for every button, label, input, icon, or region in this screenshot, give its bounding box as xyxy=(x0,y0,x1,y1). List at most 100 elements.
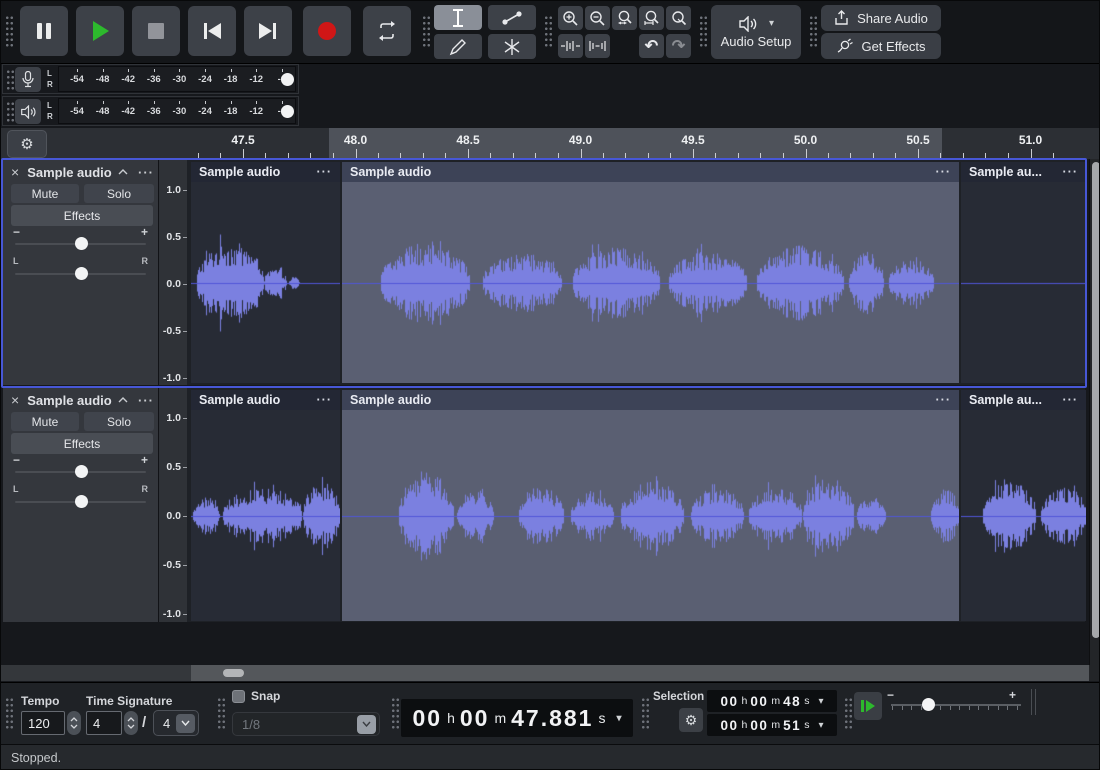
collapse-track-icon[interactable] xyxy=(118,169,128,175)
clip-menu-icon[interactable]: ··· xyxy=(317,393,333,407)
toolbar-grip[interactable] xyxy=(5,697,14,731)
toolbar-grip[interactable] xyxy=(544,15,553,49)
toolbar-grip[interactable] xyxy=(5,15,14,49)
toolbar-grip[interactable] xyxy=(809,15,818,49)
clip-header[interactable]: Sample au...··· xyxy=(961,390,1086,410)
toolbar-grip[interactable] xyxy=(422,15,431,49)
audio-setup-button[interactable]: ▾ Audio Setup xyxy=(711,5,801,59)
multi-tool-button[interactable] xyxy=(488,34,536,59)
zoom-toggle-button[interactable] xyxy=(666,6,691,30)
audio-clip[interactable]: Sample audio··· xyxy=(342,390,959,621)
mute-button[interactable]: Mute xyxy=(11,412,79,431)
recording-level-knob[interactable] xyxy=(281,73,294,86)
skip-to-start-button[interactable] xyxy=(188,6,236,56)
recording-meter[interactable]: -54-48-42-36-30-24-18-12-6 xyxy=(58,66,296,92)
skip-to-end-button[interactable] xyxy=(244,6,292,56)
undo-button[interactable]: ↶ xyxy=(639,34,664,58)
playback-meter[interactable]: -54-48-42-36-30-24-18-12-6 xyxy=(58,98,296,124)
snap-checkbox[interactable] xyxy=(232,690,245,703)
fit-project-button[interactable] xyxy=(639,6,664,30)
record-meter-button[interactable] xyxy=(15,67,41,92)
vertical-scale-ruler[interactable]: 1.00.50.0-0.5-1.0 xyxy=(159,160,187,385)
toolbar-grip[interactable] xyxy=(6,101,15,123)
tempo-input[interactable]: 120 xyxy=(21,711,65,735)
redo-button[interactable]: ↷ xyxy=(666,34,691,58)
loop-button[interactable] xyxy=(363,6,411,56)
time-signature-stepper[interactable] xyxy=(124,711,138,735)
playback-meter-button[interactable] xyxy=(15,99,41,124)
timeline-ruler[interactable]: 47.548.048.549.049.550.050.551.0 ⚙ xyxy=(1,128,1100,159)
clip-header[interactable]: Sample audio··· xyxy=(191,162,340,182)
time-signature-lower-dropdown[interactable]: 4 xyxy=(153,710,199,736)
vertical-scrollbar[interactable] xyxy=(1089,159,1100,665)
selection-end-field[interactable]: 00h 00m 51s ▾ xyxy=(707,714,837,736)
solo-button[interactable]: Solo xyxy=(84,412,154,431)
trim-audio-button[interactable] xyxy=(558,34,583,58)
audio-position-display[interactable]: 00h 00m 47.881s ▾ xyxy=(401,699,633,737)
toolbar-grip[interactable] xyxy=(6,69,15,91)
track-area[interactable]: × Sample audio ··· Mute Solo Effects − +… xyxy=(1,159,1089,665)
zoom-out-button[interactable] xyxy=(585,6,610,30)
audio-clip[interactable]: Sample audio··· xyxy=(191,390,340,621)
play-button[interactable] xyxy=(76,6,124,56)
clip-menu-icon[interactable]: ··· xyxy=(936,165,952,179)
clip-header[interactable]: Sample audio··· xyxy=(191,390,340,410)
pause-button[interactable] xyxy=(20,6,68,56)
toolbar-grip[interactable] xyxy=(699,15,708,49)
pan-slider-thumb[interactable] xyxy=(75,267,88,280)
clip-menu-icon[interactable]: ··· xyxy=(936,393,952,407)
toolbar-grip[interactable] xyxy=(217,697,226,731)
playback-level-knob[interactable] xyxy=(281,105,294,118)
clip-menu-icon[interactable]: ··· xyxy=(1063,393,1079,407)
track-menu-icon[interactable]: ··· xyxy=(138,165,154,180)
horizontal-scrollbar-thumb[interactable] xyxy=(223,669,244,677)
clip-header[interactable]: Sample au...··· xyxy=(961,162,1086,182)
clip-menu-icon[interactable]: ··· xyxy=(1063,165,1079,179)
audio-clip[interactable]: Sample au...··· xyxy=(961,162,1086,383)
caret-down-icon[interactable]: ▾ xyxy=(818,720,823,731)
draw-tool-button[interactable] xyxy=(434,34,482,59)
envelope-tool-button[interactable] xyxy=(488,5,536,30)
audio-clip[interactable]: Sample au...··· xyxy=(961,390,1086,621)
zoom-in-button[interactable] xyxy=(558,6,583,30)
caret-down-icon[interactable]: ▾ xyxy=(818,696,823,707)
collapse-track-icon[interactable] xyxy=(118,397,128,403)
zoom-to-selection-button[interactable] xyxy=(612,6,637,30)
track-menu-icon[interactable]: ··· xyxy=(138,393,154,408)
track-name[interactable]: Sample audio xyxy=(27,393,118,408)
gain-slider-thumb[interactable] xyxy=(75,237,88,250)
clip-menu-icon[interactable]: ··· xyxy=(317,165,333,179)
toolbar-grip[interactable] xyxy=(844,697,853,731)
gain-slider-thumb[interactable] xyxy=(75,465,88,478)
track-name[interactable]: Sample audio xyxy=(27,165,118,180)
close-track-icon[interactable]: × xyxy=(11,164,19,180)
track-control-panel[interactable]: × Sample audio ··· Mute Solo Effects − +… xyxy=(3,160,159,385)
time-signature-upper-input[interactable]: 4 xyxy=(86,711,122,735)
record-button[interactable] xyxy=(303,6,351,56)
track-control-panel[interactable]: × Sample audio ··· Mute Solo Effects − +… xyxy=(3,388,159,622)
play-at-speed-button[interactable] xyxy=(854,692,882,720)
horizontal-scrollbar-track[interactable] xyxy=(191,665,1089,681)
get-effects-button[interactable]: Get Effects xyxy=(821,33,941,59)
audio-clip[interactable]: Sample audio··· xyxy=(191,162,340,383)
clip-header[interactable]: Sample audio··· xyxy=(342,390,959,410)
silence-audio-button[interactable] xyxy=(585,34,610,58)
close-track-icon[interactable]: × xyxy=(11,392,19,408)
vertical-scrollbar-thumb[interactable] xyxy=(1092,162,1100,638)
caret-down-icon[interactable]: ▾ xyxy=(616,713,621,724)
share-audio-button[interactable]: Share Audio xyxy=(821,5,941,31)
clip-header[interactable]: Sample audio··· xyxy=(342,162,959,182)
playback-speed-thumb[interactable] xyxy=(922,698,935,711)
selection-start-field[interactable]: 00h 00m 48s ▾ xyxy=(707,690,837,712)
vertical-scale-ruler[interactable]: 1.00.50.0-0.5-1.0 xyxy=(159,388,187,622)
stop-button[interactable] xyxy=(132,6,180,56)
toolbar-grip[interactable] xyxy=(641,697,650,731)
effects-button[interactable]: Effects xyxy=(11,205,153,226)
timeline-options-button[interactable]: ⚙ xyxy=(7,130,47,158)
toolbar-grip[interactable] xyxy=(391,697,400,731)
effects-button[interactable]: Effects xyxy=(11,433,153,454)
mute-button[interactable]: Mute xyxy=(11,184,79,203)
selection-tool-button[interactable] xyxy=(434,5,482,30)
horizontal-scrollbar[interactable] xyxy=(1,665,1100,681)
selection-options-button[interactable]: ⚙ xyxy=(679,708,703,732)
